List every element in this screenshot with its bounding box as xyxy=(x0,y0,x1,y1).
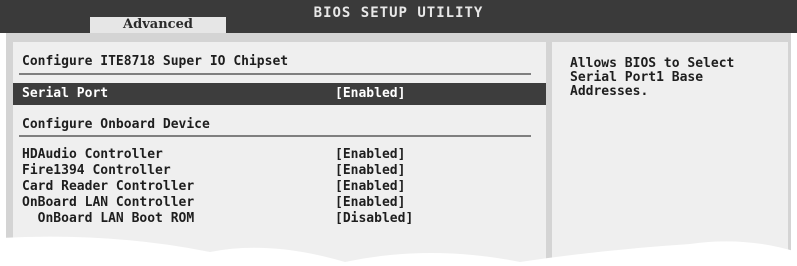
torn-edge-decoration xyxy=(0,236,797,266)
